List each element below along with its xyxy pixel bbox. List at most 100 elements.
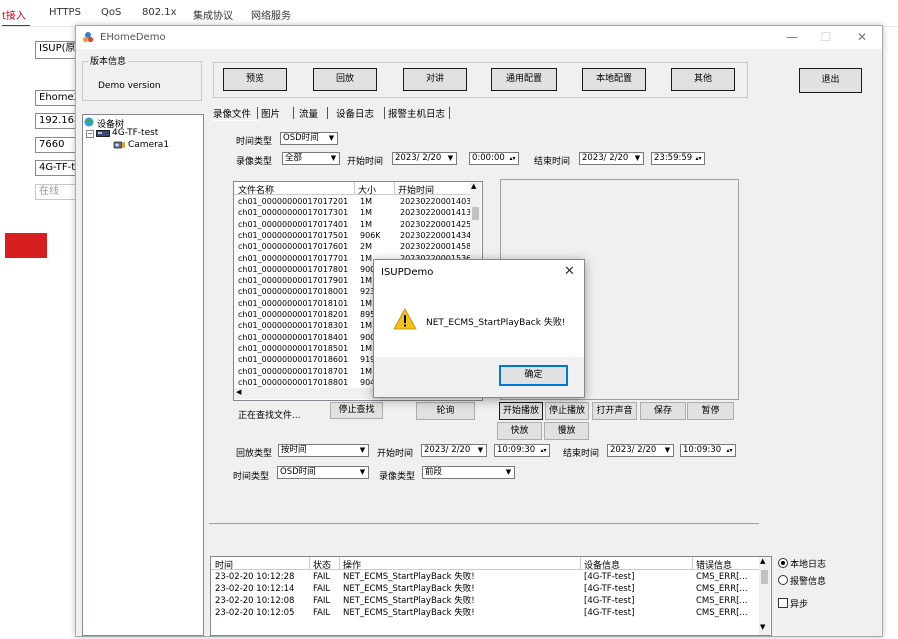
scroll-down-icon[interactable]: ▼ [760,623,765,631]
file-size-cell: 1M [360,253,372,263]
bg-tab-access[interactable]: t接入 [2,7,26,22]
stop-search-button[interactable]: 停止查找 [330,402,383,419]
dialog-ok-button[interactable]: 确定 [499,365,568,386]
playback-start-date[interactable]: 2023/ 2/20 ▼ [421,444,487,457]
log-col-time[interactable]: 时间 [215,558,233,571]
start-time-spinner[interactable]: 0:00:00 ▴▾ [469,152,519,165]
stop-playback-button[interactable]: 停止播放 [545,402,589,420]
log-row[interactable]: 23-02-20 10:12:08 FAIL NET_ECMS_StartPlayB… [211,595,759,607]
playback-record-type-select[interactable]: 前段 ▼ [422,466,515,479]
scroll-thumb[interactable] [472,207,479,220]
start-date-value: 2023/ 2/20 [395,153,442,163]
file-size-cell: 2M [360,242,372,252]
playback-end-time[interactable]: 10:09:30 ▴▾ [680,444,736,457]
log-scrollbar[interactable]: ▲ ▼ [759,557,770,635]
bg-red-button[interactable] [5,233,47,258]
log-row[interactable]: 23-02-20 10:12:28 FAIL NET_ECMS_StartPlayB… [211,571,759,583]
log-time-cell: 23-02-20 10:12:05 [215,608,295,618]
other-button[interactable]: 其他 [671,68,735,91]
playback-end-label: 结束时间 [563,449,600,459]
poll-button[interactable]: 轮询 [416,402,475,420]
preview-button[interactable]: 预览 [223,68,287,91]
file-start-cell: 20230220001434 [400,230,472,240]
tab-traffic[interactable]: 流量 [299,106,318,120]
playback-start-time[interactable]: 10:09:30 ▴▾ [494,444,550,457]
version-group-legend: 版本信息 [88,54,129,67]
bg-tab-qos[interactable]: QoS [101,7,121,18]
dvr-device-icon [96,130,110,137]
tree-device[interactable]: 4G-TF-test [112,128,158,138]
general-config-button[interactable]: 通用配置 [491,68,557,91]
search-status: 正在查找文件... [238,411,301,421]
start-date-picker[interactable]: 2023/ 2/20 ▼ [392,152,457,165]
pause-button[interactable]: 暂停 [687,402,734,420]
bg-tab-integration[interactable]: 集成协议 [193,7,233,22]
log-col-device-info[interactable]: 设备信息 [584,558,620,571]
file-size-cell: 1M [360,366,372,376]
file-size-cell: 1M [360,321,372,331]
log-list[interactable]: 时间 状态 操作 设备信息 错误信息 23-02-20 10:12:28 FAIL… [210,556,772,636]
save-button[interactable]: 保存 [640,402,686,420]
bg-tab-8021x[interactable]: 802.1x [142,7,177,18]
file-name-cell: ch01_00000000017018101 [238,298,349,308]
scroll-thumb[interactable] [761,570,768,584]
log-col-status[interactable]: 状态 [313,558,331,571]
end-time-spinner[interactable]: 23:59:59 ▴▾ [651,152,705,165]
minimize-icon[interactable]: — [781,28,803,46]
log-col-error-info[interactable]: 错误信息 [696,558,732,571]
col-file-name[interactable]: 文件名称 [238,183,274,196]
open-sound-button[interactable]: 打开声音 [592,402,637,420]
log-row[interactable]: 23-02-20 10:12:05 FAIL NET_ECMS_StartPlayB… [211,607,759,619]
tab-device-log[interactable]: 设备日志 [336,106,374,120]
exit-button[interactable]: 退出 [799,68,862,93]
camera-icon [113,141,125,149]
log-row[interactable]: 23-02-20 10:12:14 FAIL NET_ECMS_StartPlayB… [211,583,759,595]
alarm-info-label[interactable]: 报警信息 [790,574,826,587]
tree-camera[interactable]: Camera1 [128,140,169,150]
bg-tab-network[interactable]: 网络服务 [251,7,291,22]
file-start-cell: 20230220001413 [400,208,472,218]
record-type-select[interactable]: 全部 ▼ [282,152,340,165]
playback-type-select[interactable]: 按时间 ▼ [278,444,369,457]
start-playback-button[interactable]: 开始播放 [499,402,543,420]
async-checkbox[interactable] [778,598,788,608]
tab-record-files[interactable]: 录像文件 [213,106,251,120]
file-name-cell: ch01_00000000017018301 [238,321,349,331]
col-size[interactable]: 大小 [358,183,376,196]
scroll-left-icon[interactable]: ◀ [236,388,241,396]
intercom-button[interactable]: 对讲 [403,68,467,91]
bg-tab-https[interactable]: HTTPS [49,7,81,18]
tab-pictures[interactable]: 图片 [261,106,280,120]
async-label[interactable]: 异步 [790,597,808,610]
tab-alarm-host-log[interactable]: 报警主机日志 [388,106,445,120]
alarm-info-radio[interactable] [778,575,788,585]
file-start-cell: 20230220001425 [400,219,472,229]
end-date-picker[interactable]: 2023/ 2/20 ▼ [579,152,644,165]
maximize-icon[interactable]: ☐ [815,28,837,46]
dialog-close-icon[interactable]: ✕ [564,264,575,279]
close-icon[interactable]: ✕ [851,28,873,46]
fast-play-button[interactable]: 快放 [497,422,542,440]
log-col-operation[interactable]: 操作 [343,558,361,571]
playback-end-date[interactable]: 2023/ 2/20 ▼ [607,444,674,457]
scroll-up-icon[interactable]: ▲ [471,182,476,190]
file-size-cell: 1M [360,343,372,353]
log-status-cell: FAIL [313,608,331,618]
time-type-select[interactable]: OSD时间 ▼ [280,132,338,145]
file-start-cell: 20230220001458 [400,242,472,252]
log-error-cell: CMS_ERR[... [696,596,748,606]
scroll-up-icon[interactable]: ▲ [760,557,765,565]
tree-collapse-icon[interactable]: − [86,130,94,138]
local-log-label[interactable]: 本地日志 [790,557,826,570]
local-log-radio[interactable] [778,558,788,568]
playback-button[interactable]: 回放 [313,68,377,91]
slow-play-button[interactable]: 慢放 [544,422,589,440]
column-divider [394,182,395,194]
version-text: Demo version [98,81,161,91]
tab-separator [384,107,385,119]
chevron-down-icon: ▼ [662,445,673,456]
playback-time-type-select[interactable]: OSD时间 ▼ [277,466,369,479]
col-start-time[interactable]: 开始时间 [398,183,434,196]
local-config-button[interactable]: 本地配置 [582,68,646,91]
spinner-icon: ▴▾ [724,445,735,456]
